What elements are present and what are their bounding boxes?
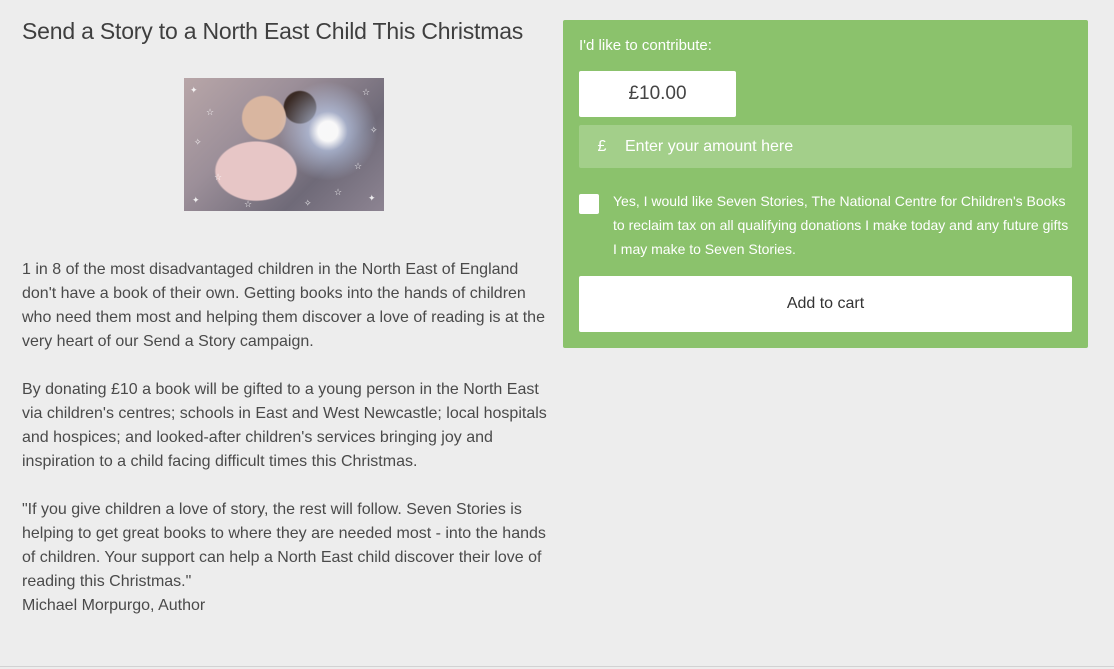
contribute-label: I'd like to contribute: bbox=[579, 37, 712, 54]
page-title: Send a Story to a North East Child This … bbox=[22, 18, 524, 44]
donation-panel: I'd like to contribute: £10.00 £ Yes, I … bbox=[563, 20, 1088, 348]
star-icon: ✧ bbox=[194, 137, 202, 147]
preset-amount-button[interactable]: £10.00 bbox=[579, 71, 736, 117]
campaign-column: Send a Story to a North East Child This … bbox=[22, 14, 552, 211]
quote-paragraph: "If you give children a love of story, t… bbox=[22, 501, 546, 590]
custom-amount-field[interactable]: £ bbox=[579, 125, 1072, 168]
star-icon: ☆ bbox=[354, 161, 363, 171]
currency-symbol: £ bbox=[597, 137, 607, 155]
bottom-divider bbox=[0, 666, 1114, 667]
star-icon: ☆ bbox=[362, 87, 371, 97]
page: Send a Story to a North East Child This … bbox=[0, 0, 1114, 669]
star-icon: ✧ bbox=[370, 125, 378, 135]
star-icon: ✦ bbox=[368, 193, 376, 203]
star-icon: ✦ bbox=[190, 85, 198, 95]
description-paragraph: 1 in 8 of the most disadvantaged childre… bbox=[22, 261, 545, 350]
gift-aid-label[interactable]: Yes, I would like Seven Stories, The Nat… bbox=[613, 189, 1073, 261]
gift-aid-checkbox[interactable] bbox=[579, 194, 599, 214]
star-icon: ☆ bbox=[214, 172, 223, 182]
campaign-image: ✦ ☆ ✧ ☆ ✦ ☆ ✧ ☆ ✦ ☆ ✧ ☆ bbox=[184, 78, 384, 211]
star-icon: ☆ bbox=[334, 187, 343, 197]
star-icon: ✦ bbox=[192, 195, 200, 205]
star-icon: ✧ bbox=[304, 198, 312, 208]
campaign-description: 1 in 8 of the most disadvantaged childre… bbox=[22, 258, 552, 618]
star-icon: ☆ bbox=[206, 107, 215, 117]
star-icon: ☆ bbox=[244, 199, 253, 209]
description-paragraph: By donating £10 a book will be gifted to… bbox=[22, 381, 547, 470]
custom-amount-input[interactable] bbox=[625, 125, 1072, 168]
quote-author: Michael Morpurgo, Author bbox=[22, 597, 206, 614]
add-to-cart-button[interactable]: Add to cart bbox=[579, 276, 1072, 332]
